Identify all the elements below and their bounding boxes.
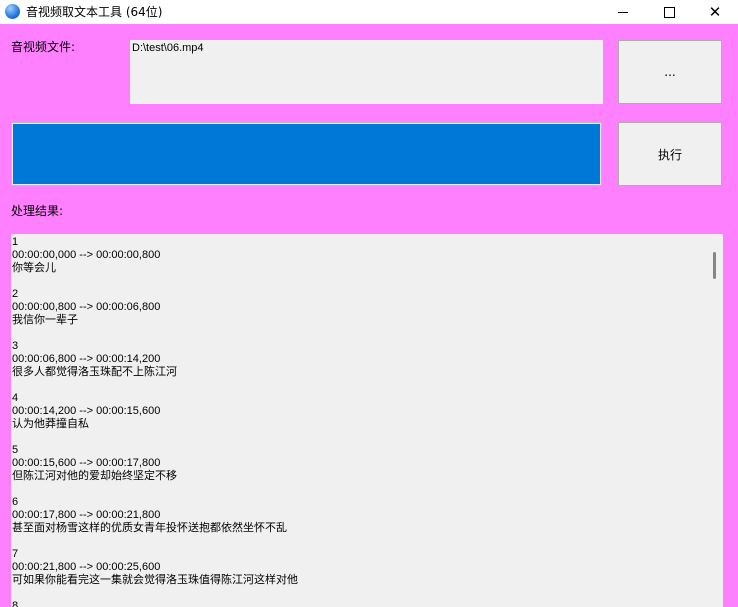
subtitle-entry: 2 00:00:00,800 --> 00:00:06,800 我信你一辈子 [12,288,707,327]
subtitle-index: 3 [12,340,19,352]
minimize-button[interactable] [600,0,646,24]
subtitle-text: 我信你一辈子 [12,314,78,326]
subtitle-text: 可如果你能看完这一集就会觉得洛玉珠值得陈江河这样对他 [12,574,298,586]
result-textarea[interactable]: 1 00:00:00,000 --> 00:00:00,800 你等会儿 2 00:00… [11,234,723,607]
subtitle-time: 00:00:15,600 --> 00:00:17,800 [12,457,161,469]
progress-bar [11,122,602,186]
subtitle-time: 00:00:00,000 --> 00:00:00,800 [12,249,161,261]
subtitle-text: 甚至面对杨雪这样的优质女青年投怀送抱都依然坐怀不乱 [12,522,287,534]
subtitle-time: 00:00:00,800 --> 00:00:06,800 [12,301,161,313]
subtitle-time: 00:00:14,200 --> 00:00:15,600 [12,405,161,417]
close-icon: ✕ [708,2,722,21]
browse-button[interactable]: ... [618,40,722,104]
subtitle-text: 很多人都觉得洛玉珠配不上陈江河 [12,366,177,378]
subtitle-entry: 5 00:00:15,600 --> 00:00:17,800 但陈江河对他的爱却始… [12,444,707,483]
subtitle-entry: 7 00:00:21,800 --> 00:00:25,600 可如果你能看完这一集… [12,548,707,587]
subtitle-entry: 4 00:00:14,200 --> 00:00:15,600 认为他莽撞自私 [12,392,707,431]
browse-button-label: ... [664,65,676,79]
progress-fill [13,124,600,184]
app-globe-icon [5,4,20,19]
subtitle-entry: 8 [12,600,707,607]
subtitle-text: 你等会儿 [12,262,56,274]
subtitle-index: 8 [12,600,19,607]
run-button[interactable]: 执行 [618,122,722,186]
subtitle-entry: 1 00:00:00,000 --> 00:00:00,800 你等会儿 [12,236,707,275]
subtitle-text: 认为他莽撞自私 [12,418,89,430]
file-path-field[interactable]: D:\test\06.mp4 [130,40,603,104]
close-button[interactable]: ✕ [692,0,738,24]
result-content: 1 00:00:00,000 --> 00:00:00,800 你等会儿 2 00:00… [12,236,707,607]
title-bar[interactable]: 音视频取文本工具 (64位) ✕ [0,0,738,24]
subtitle-time: 00:00:17,800 --> 00:00:21,800 [12,509,161,521]
maximize-icon [663,6,675,18]
subtitle-time: 00:00:21,800 --> 00:00:25,600 [12,561,161,573]
subtitle-entry: 6 00:00:17,800 --> 00:00:21,800 甚至面对杨雪这样的优… [12,496,707,535]
file-path-value: D:\test\06.mp4 [132,42,204,54]
file-label: 音视频文件: [11,40,76,54]
subtitle-index: 1 [12,236,19,248]
subtitle-entry: 3 00:00:06,800 --> 00:00:14,200 很多人都觉得洛玉珠配… [12,340,707,379]
minimize-icon [618,11,628,13]
subtitle-index: 7 [12,548,19,560]
subtitle-time: 00:00:06,800 --> 00:00:14,200 [12,353,161,365]
maximize-button[interactable] [646,0,692,24]
vertical-scrollbar[interactable] [706,234,723,607]
scrollbar-thumb[interactable] [713,252,716,279]
app-window: 音视频取文本工具 (64位) ✕ 音视频文件: D:\test\06.mp4 .… [0,0,738,607]
subtitle-index: 6 [12,496,19,508]
run-button-label: 执行 [657,147,682,162]
subtitle-index: 5 [12,444,19,456]
window-title: 音视频取文本工具 (64位) [26,5,163,19]
subtitle-index: 2 [12,288,19,300]
result-label: 处理结果: [11,204,64,218]
subtitle-text: 但陈江河对他的爱却始终坚定不移 [12,470,177,482]
subtitle-index: 4 [12,392,19,404]
